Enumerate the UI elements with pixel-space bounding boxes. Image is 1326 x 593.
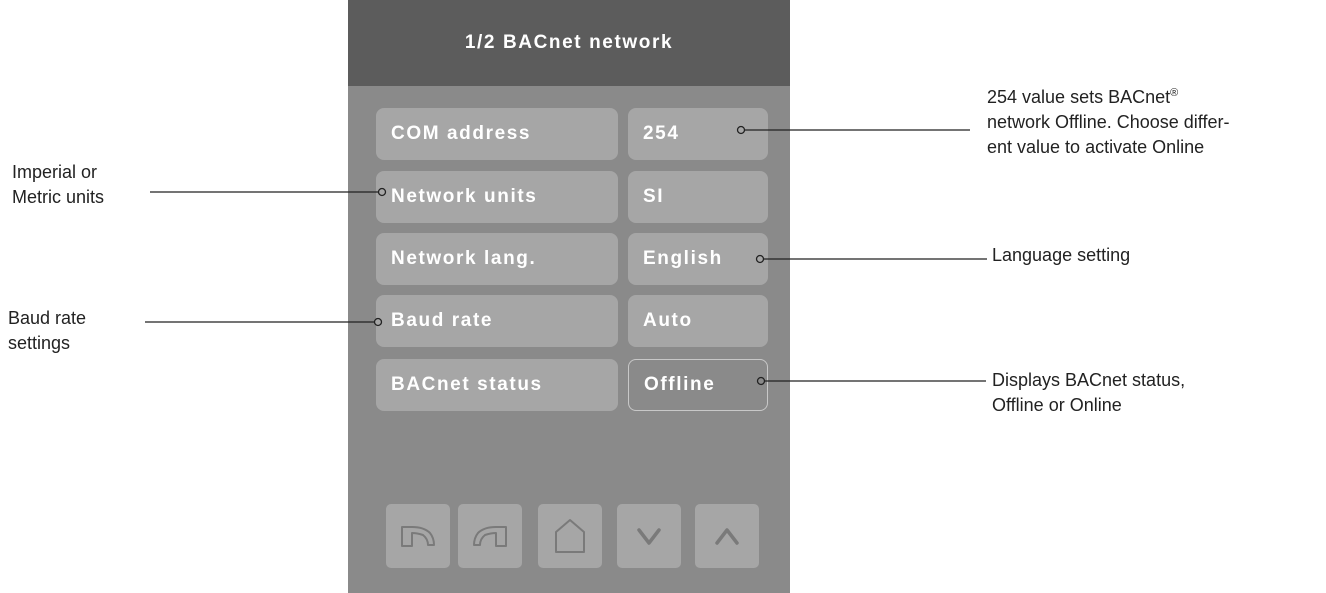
annotation-units: Imperial or Metric units	[12, 160, 104, 210]
annotation-com-address: 254 value sets BACnet® network Offline. …	[987, 81, 1229, 160]
annotation-units-line1: Imperial or	[12, 162, 98, 182]
annotation-status: Displays BACnet status, Offline or Onlin…	[992, 368, 1185, 418]
annotation-baud-line1: Baud rate	[8, 308, 87, 328]
dot-status	[756, 376, 766, 386]
annotation-language-line1: Language setting	[992, 245, 1131, 265]
dot-com-address	[736, 125, 746, 135]
dot-language	[755, 254, 765, 264]
annotation-language: Language setting	[992, 243, 1130, 268]
dot-baud	[373, 317, 383, 327]
annotation-com-address-line1: 254 value sets BACnet	[987, 87, 1171, 107]
annotation-baud-line2: settings	[8, 333, 71, 353]
annotation-status-line2: Offline or Online	[992, 395, 1122, 415]
dot-units	[377, 187, 387, 197]
annotation-baud: Baud rate settings	[8, 306, 86, 356]
annotation-units-line2: Metric units	[12, 187, 105, 207]
annotation-status-line1: Displays BACnet status,	[992, 370, 1186, 390]
annotation-com-address-line3: ent value to activate Online	[987, 137, 1205, 157]
registered-mark: ®	[1170, 87, 1179, 99]
annotation-com-address-line2: network Offline. Choose differ-	[987, 112, 1230, 132]
